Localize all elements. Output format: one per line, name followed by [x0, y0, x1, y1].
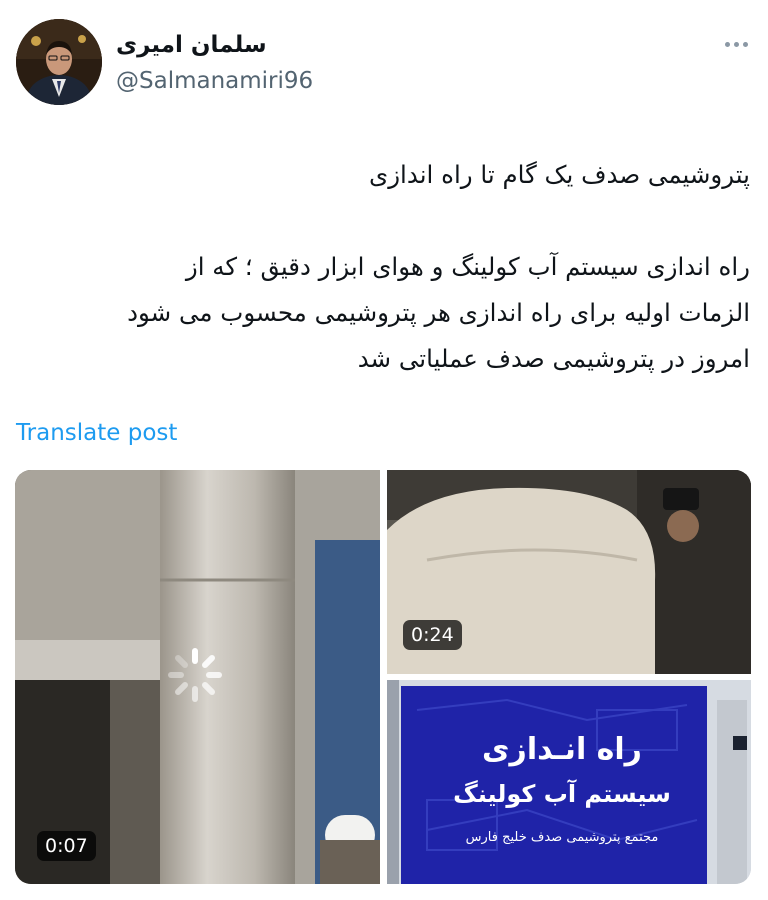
- profile-photo-icon: [16, 19, 102, 105]
- avatar[interactable]: [16, 19, 102, 105]
- banner-subtitle: سیستم آب کولینگ: [453, 780, 671, 808]
- loading-spinner-icon: [168, 648, 222, 702]
- tweet-headline: پتروشیمی صدف یک گام تا راه اندازی: [369, 160, 750, 189]
- media-grid: 0:07 0:24 راه انـدازی سیستم آب کولینگ مج…: [15, 470, 751, 884]
- video-duration-badge: 0:07: [37, 831, 96, 861]
- translate-post-link[interactable]: Translate post: [16, 420, 177, 446]
- video-duration-badge: 0:24: [403, 620, 462, 650]
- banner-title: راه انـدازی: [482, 732, 642, 767]
- tweet-text: پتروشیمی صدف یک گام تا راه اندازی راه ان…: [15, 152, 750, 382]
- video-thumbnail-1[interactable]: 0:07: [15, 470, 380, 884]
- author-handle[interactable]: @Salmanamiri96: [116, 68, 313, 94]
- video-thumbnail-2[interactable]: 0:24: [387, 470, 751, 674]
- tweet-body-line: راه اندازی سیستم آب کولینگ و هوای ابزار …: [185, 252, 750, 281]
- author-name[interactable]: سلمان امیری: [116, 32, 267, 58]
- tweet-body-line: امروز در پتروشیمی صدف عملیاتی شد: [357, 344, 750, 373]
- more-options-icon[interactable]: [722, 30, 750, 58]
- tweet-body-line: الزمات اولیه برای راه اندازی هر پتروشیمی…: [127, 298, 750, 327]
- image-thumbnail-banner[interactable]: راه انـدازی سیستم آب کولینگ مجتمع پتروشی…: [387, 680, 751, 884]
- banner-caption: مجتمع پتروشیمی صدف خلیج فارس: [465, 830, 659, 845]
